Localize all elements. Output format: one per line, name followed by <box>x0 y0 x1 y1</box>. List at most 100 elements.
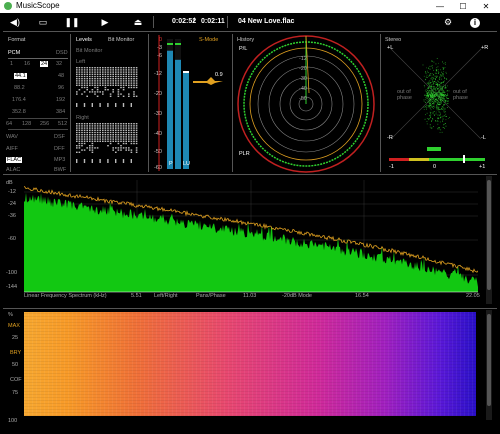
type-dff: DFF <box>54 146 65 152</box>
bit-16: 16 <box>24 61 31 67</box>
out-of-phase-left: out of phase <box>397 89 412 101</box>
spectrum-scroll-thumb[interactable] <box>487 180 491 290</box>
bit-monitor-label: Bit Monitor <box>76 48 103 54</box>
rate-192: 192 <box>56 97 66 103</box>
ring-label-50: -50 <box>299 96 307 102</box>
maximize-button[interactable]: ☐ <box>452 0 474 13</box>
spectrogram-ytick: BRY <box>10 350 22 356</box>
minus-r-label: -R <box>387 135 393 141</box>
plus-l-label: +L <box>387 45 394 51</box>
dsd-64: 64 <box>6 121 13 127</box>
meter-scale-tick: -30 <box>154 111 162 117</box>
spectrogram-ytick: COF <box>10 377 22 383</box>
history-panel: History P/L PLR -12 -20 -30 -40 -50 <box>233 33 379 173</box>
ring-label-12: -12 <box>299 56 307 62</box>
levels-panel: Levels Bit Monitor Bit Monitor Left Righ… <box>72 33 148 173</box>
toolbar-divider <box>153 16 154 28</box>
meter-scale-tick: -40 <box>154 131 162 137</box>
minimize-button[interactable]: — <box>429 0 451 13</box>
dsd-label: DSD <box>56 50 68 56</box>
spectrogram-scrollbar[interactable] <box>486 310 492 420</box>
type-dsf: DSF <box>54 134 65 140</box>
corr-zero-label: 0 <box>433 164 437 170</box>
volume-icon[interactable]: ◀) <box>7 14 23 30</box>
right-bit-grid <box>76 123 138 163</box>
right-label: Right <box>76 115 89 121</box>
pcm-label: PCM <box>8 50 21 56</box>
spectrogram-ytick: 50 <box>12 362 19 368</box>
spectrogram-ytick: 100 <box>8 418 18 424</box>
spectrogram-ytick: 25 <box>12 335 19 341</box>
format-title: Format <box>8 37 26 43</box>
meter-scale-tick: -60 <box>154 165 162 171</box>
spectrum-ytick: -60 <box>8 236 16 242</box>
bit-24: 24 <box>40 61 49 67</box>
lu-bar <box>183 73 189 169</box>
spectrum-db-unit: dB <box>6 180 13 186</box>
meter-scale-tick: -20 <box>154 91 162 97</box>
type-bwf: BWF <box>54 167 67 173</box>
meter-scale-tick: -3 <box>157 45 162 51</box>
meter-panel: 0 -3 -6 -12 -20 -30 -40 -50 -60 S-Mode 0.9 P LU <box>149 33 231 173</box>
rate-96: 96 <box>58 85 65 91</box>
toolbar-divider <box>227 16 228 28</box>
rate-44-1: 44.1 <box>14 73 27 79</box>
s-mode-label[interactable]: S-Mode <box>199 37 218 43</box>
spectrum-xtick: 22.05 <box>466 293 480 299</box>
left-bit-grid <box>76 67 138 107</box>
meter-scale-tick: -50 <box>154 149 162 155</box>
left-right-mode[interactable]: Left/Right <box>154 293 178 299</box>
bit-depth-row: 1 16 24 32 <box>8 61 70 69</box>
app-icon <box>4 2 12 10</box>
rate-48: 48 <box>58 73 65 79</box>
spectrogram-scroll-thumb[interactable] <box>487 314 491 406</box>
dsd-256: 256 <box>40 121 50 127</box>
meter-scale-tick: -6 <box>157 53 162 59</box>
spectrum-scrollbar[interactable] <box>486 176 492 304</box>
spectrum-ytick: -24 <box>8 201 16 207</box>
format-panel: Format PCM DSD 1 16 24 32 44.1 88.2 176.… <box>4 33 70 173</box>
peak-marker <box>193 77 223 85</box>
time-total: 0:02:11 <box>201 18 225 25</box>
levels-title: Levels <box>76 37 92 43</box>
dsd-512: 512 <box>58 121 68 127</box>
rate-176-4: 176.4 <box>12 97 26 103</box>
spectrum-ytick: -144 <box>6 284 18 290</box>
spectrum-xtick: 5.51 <box>131 293 142 299</box>
type-alac: ALAC <box>6 167 21 173</box>
pause-icon[interactable]: ❚❚ <box>64 14 80 30</box>
history-radar: -12 -20 -30 -40 -50 <box>237 35 375 173</box>
lu-label: LU <box>183 161 191 167</box>
ring-label-30: -30 <box>299 76 307 82</box>
out-of-phase-right: out of phase <box>453 89 468 101</box>
ring-label-40: -40 <box>299 86 307 92</box>
spectrum-caption: Linear Frequency Spectrum (kHz) <box>24 293 107 299</box>
spectrogram-texture <box>24 312 476 416</box>
toolbar: ◀) ▭ ❚❚ ▶ ⏏ 0:02:52 / 0:02:11 04 New Lov… <box>0 13 500 31</box>
spectrum-xtick: 11.03 <box>243 293 257 299</box>
folder-icon[interactable]: ▭ <box>35 14 51 30</box>
eject-icon[interactable]: ⏏ <box>130 14 146 30</box>
spectrum-panel: dB -12 -24 -36 -60 -100 -144 Linear Freq… <box>0 176 500 306</box>
spectrum-plot <box>24 180 478 294</box>
spectrum-ytick: -12 <box>8 189 16 195</box>
pans-phase-mode[interactable]: Pans/Phase <box>196 293 226 299</box>
info-icon[interactable]: i <box>467 14 483 30</box>
play-icon[interactable]: ▶ <box>97 14 113 30</box>
minus-l-label: -L <box>481 135 486 141</box>
spectrogram-ytick: 75 <box>12 390 19 396</box>
gear-icon[interactable]: ⚙ <box>440 14 456 30</box>
close-button[interactable]: ✕ <box>475 0 497 13</box>
minus-20db-mode[interactable]: -20dB Mode <box>282 293 312 299</box>
stereo-panel: Stereo +L +R -R -L out of phase out of p… <box>381 33 496 173</box>
track-name: 04 New Love.flac <box>238 18 295 25</box>
type-flac: FLAC <box>6 157 23 163</box>
plus-r-label: +R <box>481 45 489 51</box>
spectrum-ytick: -36 <box>8 213 16 219</box>
type-wav: WAV <box>6 134 18 140</box>
peak-readout: 0.9 <box>215 72 223 78</box>
window-title: MusicScope <box>16 1 60 10</box>
title-bar: MusicScope — ☐ ✕ <box>0 0 500 13</box>
spectrogram-panel: % MAX 25 BRY 50 COF 75 100 <box>0 310 500 434</box>
meter-scale-tick: -12 <box>154 71 162 77</box>
